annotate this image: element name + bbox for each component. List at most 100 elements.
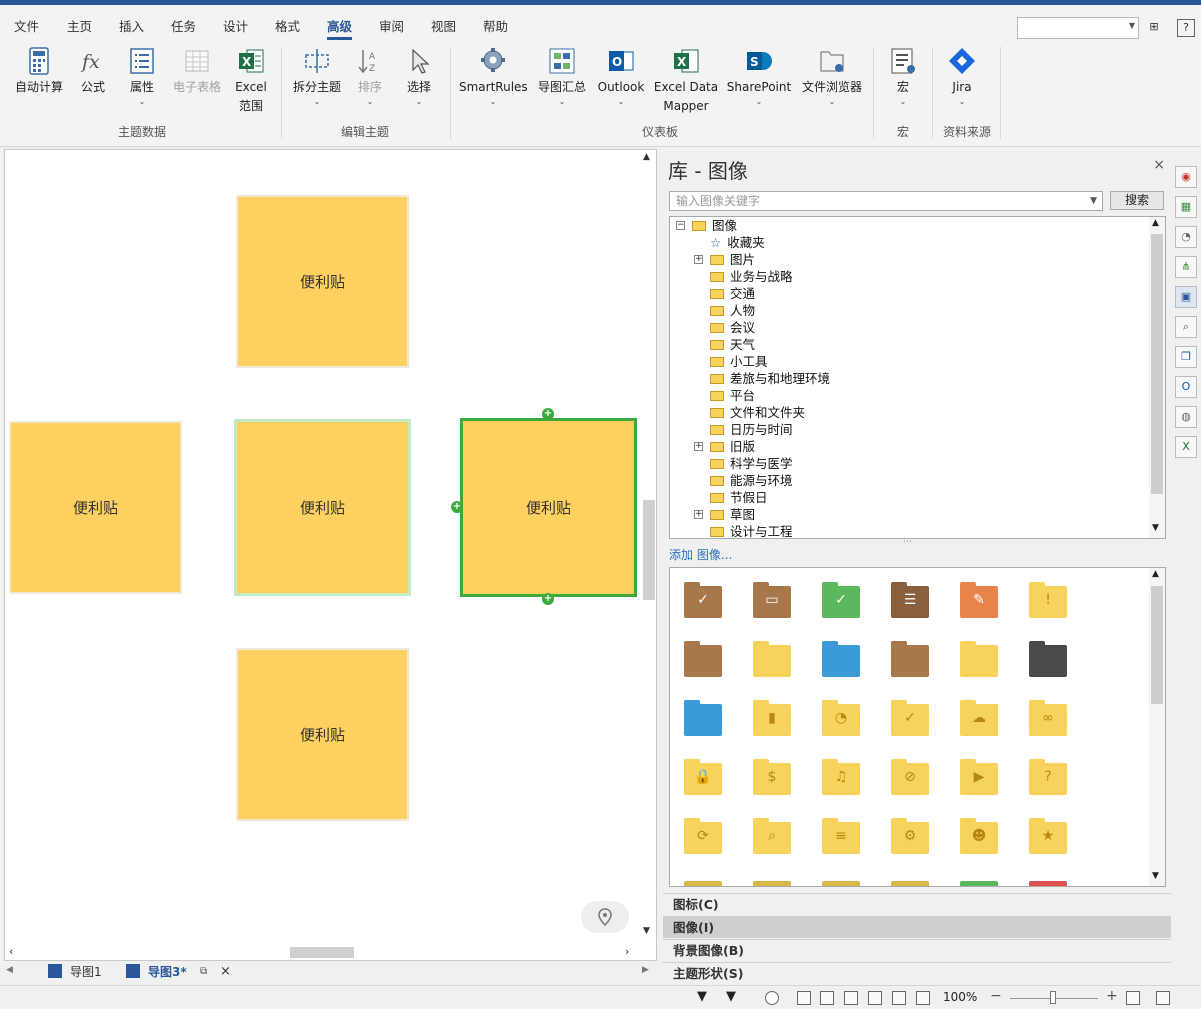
blocked-folder-icon[interactable]: ⊘ xyxy=(891,759,929,795)
calendar-view-icon[interactable] xyxy=(844,991,858,1005)
tree-item[interactable]: 文件和文件夹 xyxy=(710,404,805,421)
scroll-right-icon[interactable]: › xyxy=(625,945,629,958)
sticky-note-selected[interactable]: 便利贴 xyxy=(460,418,637,597)
yellow-alert-document-icon[interactable]: ! xyxy=(1029,582,1067,618)
tree-item[interactable]: 图片 xyxy=(710,251,755,268)
image-search-input[interactable]: 输入图像关键字 ▼ xyxy=(669,191,1103,211)
gallery-scrollbar[interactable]: ▲ ▼ xyxy=(1149,568,1165,886)
folder-icon[interactable] xyxy=(960,877,998,886)
collapse-icon[interactable]: − xyxy=(676,221,685,230)
gear-folder-icon[interactable]: ⚙ xyxy=(891,818,929,854)
excel-range-button[interactable]: X Excel 范围 xyxy=(234,46,268,116)
auto-calc-button[interactable]: 自动计算 xyxy=(12,46,66,97)
scroll-up-icon[interactable]: ▲ xyxy=(643,152,650,162)
blue-folder-icon[interactable] xyxy=(822,641,860,677)
copy-icon[interactable]: ❐ xyxy=(1175,346,1197,368)
scroll-thumb[interactable] xyxy=(643,500,655,600)
question-folder-icon[interactable]: ? xyxy=(1029,759,1067,795)
dark-folder-icon[interactable] xyxy=(1029,641,1067,677)
add-topic-handle-bottom[interactable]: + xyxy=(542,593,554,605)
scroll-down-icon[interactable]: ▼ xyxy=(643,926,650,936)
scroll-thumb[interactable] xyxy=(1151,234,1163,494)
add-topic-handle-top[interactable]: + xyxy=(542,408,554,420)
yellow-open-folder-icon[interactable] xyxy=(960,641,998,677)
scroll-down-icon[interactable]: ▼ xyxy=(1152,523,1159,533)
tree-item[interactable]: 差旅与和地理环境 xyxy=(710,370,830,387)
accordion-icons[interactable]: 图标(C) xyxy=(663,893,1171,915)
accordion-topic-shapes[interactable]: 主题形状(S) xyxy=(663,962,1171,984)
focus-icon[interactable] xyxy=(765,991,779,1005)
quick-search-input[interactable]: ▼ xyxy=(1017,17,1139,39)
blue-open-folder-icon[interactable] xyxy=(684,700,722,736)
smartrules-button[interactable]: SmartRules ⌄ xyxy=(459,46,528,107)
inbox-check-icon[interactable]: ✓ xyxy=(684,582,722,618)
tree-item[interactable]: 日历与时间 xyxy=(710,421,793,438)
zoom-out-icon[interactable]: − xyxy=(990,988,1002,1004)
expand-icon[interactable]: + xyxy=(694,255,703,264)
close-icon[interactable]: × xyxy=(1153,157,1165,173)
scroll-down-icon[interactable]: ▼ xyxy=(1152,871,1159,881)
person-icon[interactable]: ◔ xyxy=(1175,226,1197,248)
tree-item[interactable]: 天气 xyxy=(710,336,755,353)
tree-item[interactable]: 人物 xyxy=(710,302,755,319)
doc-tab-map3[interactable]: 导图3* xyxy=(126,963,187,983)
star-folder-icon[interactable]: ★ xyxy=(1029,818,1067,854)
dollar-folder-icon[interactable]: $ xyxy=(753,759,791,795)
tab-advanced[interactable]: 高级 xyxy=(327,16,353,40)
search-folder-icon[interactable]: ⌕ xyxy=(753,818,791,854)
tree-item[interactable]: 交通 xyxy=(710,285,755,302)
brown-folder-icon[interactable] xyxy=(684,641,722,677)
tree-item[interactable]: 业务与战略 xyxy=(710,268,793,285)
tree-item[interactable]: 会议 xyxy=(710,319,755,336)
tree-item[interactable]: 草图 xyxy=(710,506,755,523)
filter-icon[interactable]: ▼ xyxy=(697,990,711,1005)
scroll-thumb[interactable] xyxy=(1151,586,1163,704)
task-info-icon[interactable]: ◉ xyxy=(1175,166,1197,188)
orange-edit-document-icon[interactable]: ✎ xyxy=(960,582,998,618)
tree-item[interactable]: 设计与工程 xyxy=(710,523,793,538)
tree-item[interactable]: 平台 xyxy=(710,387,755,404)
tab-review[interactable]: 审阅 xyxy=(379,16,404,35)
doc-tab-map1[interactable]: 导图1 xyxy=(48,963,102,983)
splitter-grip[interactable]: ⋯ xyxy=(903,537,912,547)
grid-view-icon[interactable] xyxy=(797,991,811,1005)
tree-item[interactable]: 节假日 xyxy=(710,489,768,506)
add-topic-handle-left[interactable]: + xyxy=(451,501,463,513)
brown-open-folder-icon[interactable] xyxy=(891,641,929,677)
topic-tree-icon[interactable]: ⋔ xyxy=(1175,256,1197,278)
sort-button[interactable]: AZ 排序 ⌄ xyxy=(355,46,385,107)
tree-item[interactable]: ☆ 收藏夹 xyxy=(710,234,765,251)
tree-item[interactable]: 图像 xyxy=(692,217,737,234)
yellow-folder-icon[interactable] xyxy=(753,641,791,677)
search-icon[interactable]: ⌕ xyxy=(1175,316,1197,338)
jira-button[interactable]: Jira ⌄ xyxy=(947,46,977,107)
outlook-icon[interactable]: O xyxy=(1175,376,1197,398)
restore-icon[interactable]: ⧉ xyxy=(200,966,207,977)
folder-icon[interactable] xyxy=(1029,877,1067,886)
green-check-document-icon[interactable]: ✓ xyxy=(822,582,860,618)
close-tab-icon[interactable]: × xyxy=(220,964,231,979)
tab-design[interactable]: 设计 xyxy=(223,16,248,35)
scroll-up-icon[interactable]: ▲ xyxy=(1152,569,1159,579)
macro-button[interactable]: 宏 ⌄ xyxy=(888,46,918,107)
music-folder-icon[interactable]: ♫ xyxy=(822,759,860,795)
tag-view-icon[interactable] xyxy=(892,991,906,1005)
drawer-cabinet-icon[interactable]: ☰ xyxy=(891,582,929,618)
folder-icon[interactable] xyxy=(891,877,929,886)
search-button[interactable]: 搜索 xyxy=(1110,191,1164,210)
scroll-thumb[interactable] xyxy=(290,947,354,958)
excel-data-mapper-button[interactable]: X Excel Data Mapper xyxy=(653,46,719,116)
sliders-folder-icon[interactable]: ≡ xyxy=(822,818,860,854)
help-icon[interactable]: ? xyxy=(1177,19,1195,37)
outlook-button[interactable]: O Outlook ⌄ xyxy=(596,46,646,107)
map-canvas[interactable]: 便利贴 便利贴 便利贴 便利贴 + + + 便利贴 ▲ ▼ ‹ › xyxy=(4,149,657,961)
outline-view-icon[interactable] xyxy=(820,991,834,1005)
tab-home[interactable]: 主页 xyxy=(67,16,92,35)
folder-icon[interactable] xyxy=(822,877,860,886)
link-view-icon[interactable] xyxy=(868,991,882,1005)
chart-folder-icon[interactable]: ▮ xyxy=(753,700,791,736)
panel-toggle-icon[interactable] xyxy=(1156,991,1170,1005)
tab-view[interactable]: 视图 xyxy=(431,16,456,35)
attribute-button[interactable]: 属性 ⌄ xyxy=(126,46,158,107)
map-summary-button[interactable]: 导图汇总 ⌄ xyxy=(536,46,588,107)
